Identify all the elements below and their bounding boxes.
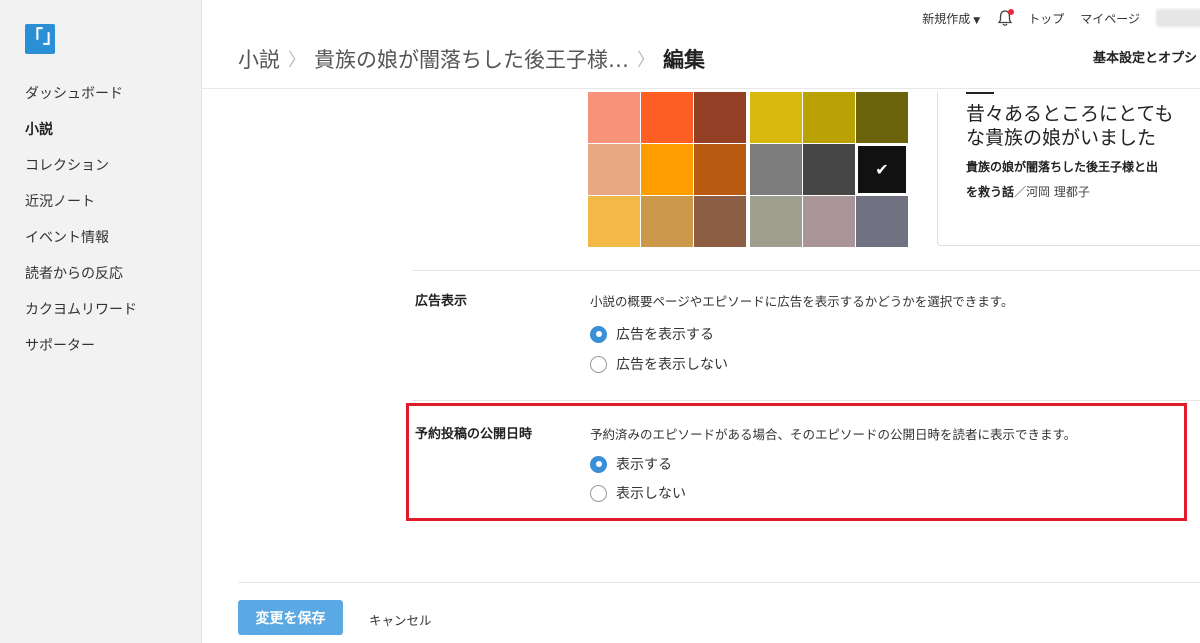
color-swatch[interactable] [803,144,855,195]
sidebar-item-novels[interactable]: 小説 [25,120,137,156]
chevron-right-icon: 〉 [288,50,306,71]
cancel-link[interactable]: キャンセル [369,610,432,629]
ads-show-label: 広告を表示する [616,327,714,343]
breadcrumb-novels[interactable]: 小説 [238,44,280,74]
sidebar-item-rewards[interactable]: カクヨムリワード [25,300,137,336]
color-swatch[interactable] [803,92,855,143]
chevron-down-icon: ▼ [973,15,981,26]
ads-hide-label: 広告を表示しない [616,357,728,373]
header-divider [202,88,1200,89]
notification-bell-icon[interactable] [996,9,1015,27]
color-swatch[interactable] [694,144,746,195]
sidebar-item-notes[interactable]: 近況ノート [25,192,137,228]
color-swatch[interactable] [694,92,746,143]
sidebar-item-events[interactable]: イベント情報 [25,228,137,264]
ads-show-radio[interactable]: 広告を表示する [590,324,714,344]
top-link[interactable]: トップ [1028,10,1064,27]
ads-hide-radio[interactable]: 広告を表示しない [590,354,728,374]
user-avatar[interactable] [1156,9,1200,27]
mypage-link[interactable]: マイページ [1080,10,1140,27]
color-swatch[interactable] [588,92,640,143]
color-swatch[interactable] [588,196,640,247]
color-swatch[interactable] [641,144,693,195]
top-bar: 新規作成 ▼ トップ マイページ [922,7,1200,29]
color-swatch[interactable] [641,196,693,247]
kakuyomu-logo[interactable]: 「」 [25,24,61,54]
ads-description: 小説の概要ページやエピソードに広告を表示するかどうかを選択できます。 [590,294,1014,309]
preview-title: 昔々あるところにとても な貴族の娘がいました [966,103,1174,149]
sidebar-item-dashboard[interactable]: ダッシュボード [25,84,137,120]
color-swatch[interactable] [694,196,746,247]
new-menu-button[interactable]: 新規作成 ▼ [922,10,980,27]
radio-unchecked-icon [590,355,607,373]
color-swatch[interactable] [750,196,802,247]
new-menu-label: 新規作成 [922,11,971,26]
checkmark-icon: ✔ [875,160,889,179]
sidebar: 「」 ダッシュボード 小説 コレクション 近況ノート イベント情報 読者からの反… [0,0,202,643]
preview-author: ／河岡 理都子 [1014,185,1090,199]
tab-basic-settings[interactable]: 基本設定とオプシ [1093,47,1197,66]
breadcrumb-work[interactable]: 貴族の娘が闇落ちした後王子様… [314,44,629,74]
highlight-box [406,403,1187,521]
sidebar-item-supporters[interactable]: サポーター [25,336,137,372]
color-swatch[interactable] [750,144,802,195]
color-swatch[interactable] [641,92,693,143]
page-title: 編集 [663,48,705,72]
sidebar-nav: ダッシュボード 小説 コレクション 近況ノート イベント情報 読者からの反応 カ… [25,84,137,372]
color-swatch-grid: ✔ [588,92,908,247]
breadcrumb: 小説 〉 貴族の娘が闇落ちした後王子様… 〉 編集 [238,44,705,74]
chevron-right-icon: 〉 [637,50,655,71]
color-swatch[interactable]: ✔ [856,144,908,195]
sidebar-item-collections[interactable]: コレクション [25,156,137,192]
color-swatch[interactable] [588,144,640,195]
row-divider [412,400,1200,401]
preview-subtitle: 貴族の娘が闇落ちした後王子様と出 を救う話／河岡 理都子 [966,155,1200,205]
radio-checked-icon [590,325,607,343]
cover-preview: 昔々あるところにとても な貴族の娘がいました 貴族の娘が闇落ちした後王子様と出 … [937,92,1200,246]
sidebar-item-reactions[interactable]: 読者からの反応 [25,264,137,300]
color-swatch[interactable] [803,196,855,247]
ads-label: 広告表示 [415,294,468,309]
color-swatch[interactable] [856,196,908,247]
save-button[interactable]: 変更を保存 [238,600,343,635]
preview-accent-bar [966,92,994,94]
footer-divider [238,582,1200,583]
color-swatch[interactable] [856,92,908,143]
color-swatch[interactable] [750,92,802,143]
row-divider [412,270,1200,271]
